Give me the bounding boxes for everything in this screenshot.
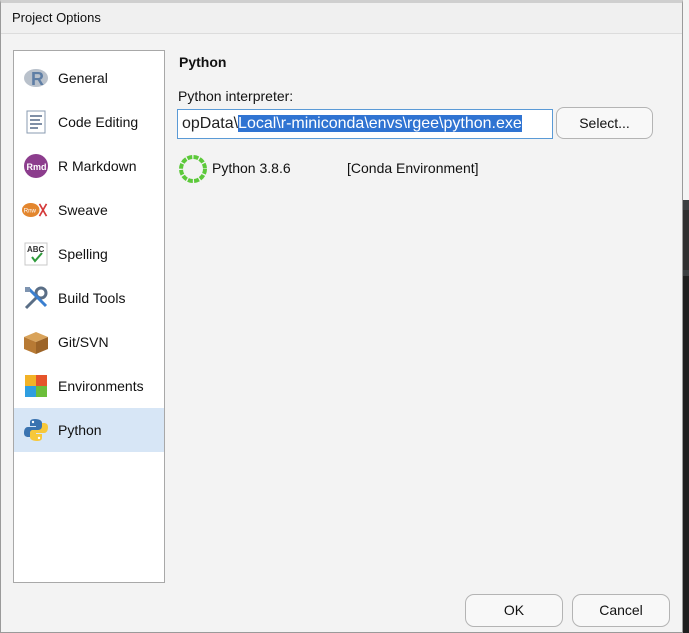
box-icon	[22, 328, 50, 356]
environment-type: [Conda Environment]	[347, 160, 479, 176]
conda-ring-icon	[179, 155, 207, 183]
python-version: Python 3.8.6	[212, 160, 291, 176]
python-version-row: Python 3.8.6 [Conda Environment]	[177, 154, 657, 183]
sidebar-item-code-editing[interactable]: Code Editing	[14, 100, 164, 144]
svg-text:ABC: ABC	[27, 245, 45, 254]
sidebar-item-general[interactable]: R General	[14, 56, 164, 100]
document-icon	[22, 108, 50, 136]
svg-text:R: R	[31, 69, 44, 89]
sidebar-item-r-markdown[interactable]: Rmd R Markdown	[14, 144, 164, 188]
svg-text:Rnw: Rnw	[24, 208, 37, 215]
r-logo-icon: R	[22, 64, 50, 92]
sidebar-item-python[interactable]: Python	[14, 408, 164, 452]
sidebar-item-environments[interactable]: Environments	[14, 364, 164, 408]
svg-text:Rmd: Rmd	[27, 162, 47, 172]
sidebar-item-label: Code Editing	[58, 114, 139, 130]
sidebar-item-sweave[interactable]: Rnw Sweave	[14, 188, 164, 232]
cancel-button[interactable]: Cancel	[572, 594, 670, 627]
sidebar-item-git-svn[interactable]: Git/SVN	[14, 320, 164, 364]
interpreter-path-input[interactable]: opData\Local\r-miniconda\envs\rgee\pytho…	[177, 109, 553, 139]
python-icon	[22, 416, 50, 444]
sidebar-item-label: Python	[58, 422, 102, 438]
tools-icon	[22, 284, 50, 312]
sidebar-item-spelling[interactable]: ABC Spelling	[14, 232, 164, 276]
ok-button[interactable]: OK	[465, 594, 563, 627]
path-text: opData\	[182, 115, 239, 132]
sidebar-item-label: Spelling	[58, 246, 108, 262]
rmd-icon: Rmd	[22, 152, 50, 180]
environments-icon	[22, 372, 50, 400]
section-title: Python	[179, 54, 227, 70]
title-bar[interactable]: Project Options	[1, 3, 682, 34]
sidebar-item-label: Build Tools	[58, 290, 126, 306]
dialog-title: Project Options	[12, 10, 101, 25]
sidebar-item-label: General	[58, 70, 108, 86]
project-options-dialog: Project Options R General Code Editing R…	[0, 0, 683, 633]
sidebar-item-label: Git/SVN	[58, 334, 109, 350]
interpreter-label: Python interpreter:	[178, 88, 294, 104]
python-options-panel: Python Python interpreter: opData\Local\…	[177, 50, 677, 580]
spelling-abc-icon: ABC	[22, 240, 50, 268]
sidebar-item-label: Environments	[58, 378, 144, 394]
options-sidebar: R General Code Editing Rmd R Markdown Rn…	[13, 50, 165, 583]
path-text-selected: Local\r-miniconda\envs\rgee\python.exe	[238, 115, 522, 132]
sweave-icon: Rnw	[22, 196, 50, 224]
sidebar-item-label: R Markdown	[58, 158, 137, 174]
sidebar-item-build-tools[interactable]: Build Tools	[14, 276, 164, 320]
select-interpreter-button[interactable]: Select...	[556, 107, 653, 139]
sidebar-item-label: Sweave	[58, 202, 108, 218]
